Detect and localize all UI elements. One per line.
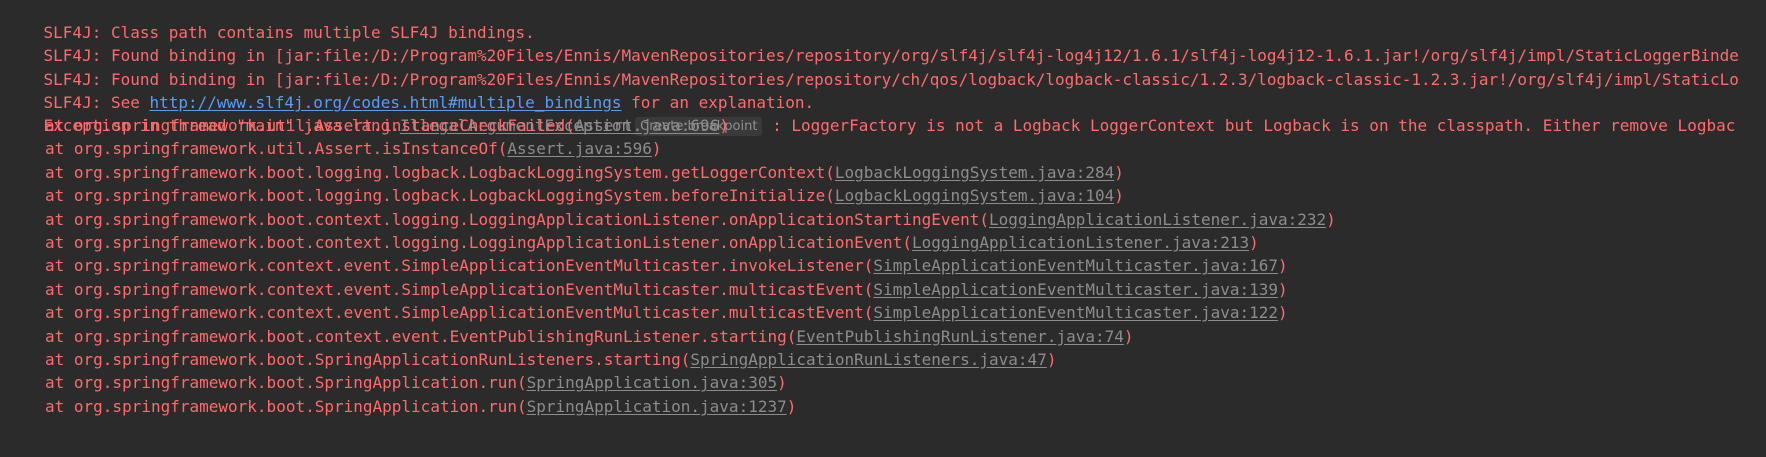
source-file-link[interactable]: LogbackLoggingSystem.java:284: [835, 163, 1114, 182]
stack-frame-line: at org.springframework.boot.SpringApplic…: [45, 348, 1056, 372]
stack-frame-method: at org.springframework.context.event.Sim…: [45, 303, 874, 323]
source-file-link[interactable]: SimpleApplicationEventMulticaster.java:1…: [873, 256, 1278, 275]
source-file-link[interactable]: SpringApplicationRunListeners.java:47: [690, 350, 1046, 369]
stack-frame-close: ): [1278, 303, 1288, 323]
stack-frame-method: at org.springframework.boot.context.logg…: [45, 209, 990, 229]
stack-frame-close: ): [1046, 350, 1057, 369]
source-file-link[interactable]: SpringApplication.java:1237: [527, 397, 787, 416]
stack-frame-line: at org.springframework.util.Assert.insta…: [45, 114, 729, 138]
console-output: SLF4J: Class path contains multiple SLF4…: [0, 0, 1766, 457]
source-file-link[interactable]: SpringApplication.java:305: [527, 373, 777, 392]
stack-frame-line: at org.springframework.context.event.Sim…: [45, 254, 1288, 278]
stack-frame-method: at org.springframework.boot.SpringApplic…: [45, 350, 691, 369]
slf4j-binding-line: SLF4J: Found binding in [jar:file:/D:/Pr…: [5, 20, 1739, 65]
stack-frame-method: at org.springframework.boot.context.logg…: [45, 233, 912, 252]
stack-frame-method: at org.springframework.context.event.Sim…: [45, 256, 874, 276]
stack-frame-close: ): [1278, 279, 1288, 299]
stack-frame-method: at org.springframework.boot.logging.logb…: [45, 162, 835, 182]
slf4j-warning-line: SLF4J: Class path contains multiple SLF4…: [5, 0, 535, 42]
stack-frame-line: at org.springframework.boot.context.logg…: [45, 231, 1259, 255]
stack-frame-method: at org.springframework.context.event.Sim…: [45, 279, 874, 299]
slf4j-binding-line: SLF4J: Found binding in [jar:file:/D:/Pr…: [5, 44, 1739, 89]
stack-frame-line: at org.springframework.boot.SpringApplic…: [45, 395, 796, 419]
stack-frame-method: at org.springframework.util.Assert.insta…: [45, 116, 575, 135]
stack-frame-close: ): [777, 373, 787, 393]
stack-frame-line: at org.springframework.util.Assert.isIns…: [45, 137, 662, 161]
stack-frame-method: at org.springframework.util.Assert.isIns…: [45, 139, 508, 159]
source-file-link[interactable]: SimpleApplicationEventMulticaster.java:1…: [873, 280, 1278, 299]
source-file-link[interactable]: LoggingApplicationListener.java:213: [912, 233, 1249, 252]
source-file-link[interactable]: Assert.java:696: [575, 116, 720, 135]
exception-message: : LoggerFactory is not a Logback LoggerC…: [762, 116, 1736, 135]
stack-frame-line: at org.springframework.context.event.Sim…: [45, 301, 1288, 325]
source-file-link[interactable]: LoggingApplicationListener.java:232: [989, 210, 1326, 229]
stack-frame-close: ): [719, 116, 729, 135]
stack-frame-method: at org.springframework.boot.SpringApplic…: [45, 396, 527, 416]
source-file-link[interactable]: SimpleApplicationEventMulticaster.java:1…: [873, 303, 1278, 322]
stack-frame-line: at org.springframework.boot.context.logg…: [45, 208, 1336, 232]
stack-frame-line: at org.springframework.context.event.Sim…: [45, 278, 1288, 302]
source-file-link[interactable]: Assert.java:596: [507, 139, 652, 158]
stack-frame-close: ): [1114, 186, 1124, 206]
stack-frame-close: ): [786, 396, 797, 416]
stack-frame-line: at org.springframework.boot.SpringApplic…: [45, 371, 787, 395]
stack-frame-close: ): [651, 139, 662, 159]
stack-frame-line: at org.springframework.boot.logging.logb…: [45, 161, 1124, 185]
source-file-link[interactable]: EventPublishingRunListener.java:74: [796, 327, 1124, 346]
stack-frame-close: ): [1249, 233, 1259, 252]
stack-frame-method: at org.springframework.boot.context.even…: [45, 326, 797, 346]
stack-frame-close: ): [1278, 256, 1288, 276]
source-file-link[interactable]: LogbackLoggingSystem.java:104: [835, 186, 1114, 205]
slf4j-see-line: SLF4J: See http://www.slf4j.org/codes.ht…: [5, 67, 815, 112]
stack-frame-close: ): [1123, 326, 1134, 346]
stack-frame-method: at org.springframework.boot.logging.logb…: [45, 186, 835, 206]
stack-frame-line: at org.springframework.boot.logging.logb…: [45, 184, 1124, 208]
exception-line: Exception in thread "main" java.lang.Ill…: [5, 90, 1735, 136]
stack-frame-method: at org.springframework.boot.SpringApplic…: [45, 373, 527, 393]
stack-frame-close: ): [1326, 209, 1336, 229]
stack-frame-close: ): [1114, 162, 1124, 182]
stack-frame-line: at org.springframework.boot.context.even…: [45, 325, 1134, 349]
